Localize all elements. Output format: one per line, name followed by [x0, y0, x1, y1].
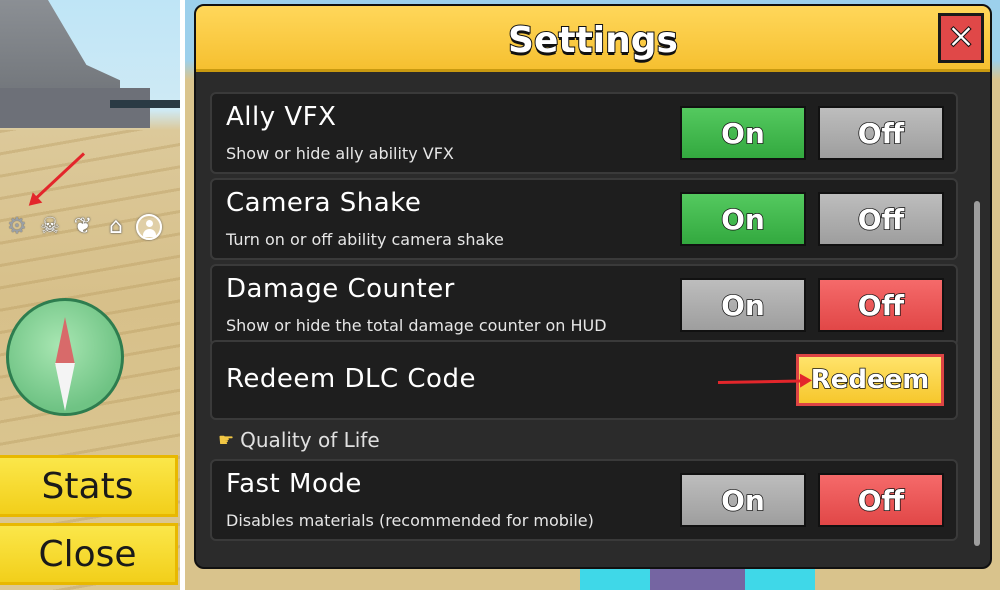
- damage-counter-on-button[interactable]: On: [680, 278, 806, 332]
- setting-label: Redeem DLC Code: [226, 364, 476, 394]
- background-building-base: [0, 88, 150, 128]
- gear-icon[interactable]: ⚙: [4, 214, 30, 240]
- profile-icon[interactable]: [136, 214, 162, 240]
- setting-row-fast-mode: Fast Mode Disables materials (recommende…: [210, 459, 958, 541]
- background-dock: [110, 100, 180, 108]
- fast-mode-off-button[interactable]: Off: [818, 473, 944, 527]
- setting-description: Turn on or off ability camera shake: [226, 230, 504, 249]
- setting-description: Show or hide ally ability VFX: [226, 144, 454, 163]
- section-title: Quality of Life: [240, 428, 380, 452]
- settings-scrollbar[interactable]: [974, 201, 980, 546]
- setting-label: Camera Shake: [226, 188, 422, 218]
- ally-vfx-off-button[interactable]: Off: [818, 106, 944, 160]
- stats-button[interactable]: Stats: [0, 455, 178, 517]
- close-button[interactable]: Close: [0, 523, 178, 585]
- hand-icon: ☛: [218, 429, 235, 451]
- setting-row-camera-shake: Camera Shake Turn on or off ability came…: [210, 178, 958, 260]
- angel-wings-icon[interactable]: ❦: [70, 214, 96, 240]
- skull-crossbones-icon[interactable]: ☠: [37, 214, 63, 240]
- hud-icon-bar: ⚙ ☠ ❦ ⌂: [4, 214, 162, 240]
- damage-counter-off-button[interactable]: Off: [818, 278, 944, 332]
- ally-vfx-on-button[interactable]: On: [680, 106, 806, 160]
- setting-description: Show or hide the total damage counter on…: [226, 316, 607, 335]
- setting-label: Damage Counter: [226, 274, 455, 304]
- settings-header: Settings ✕: [196, 6, 990, 72]
- left-game-view: ⚙ ☠ ❦ ⌂ Stats Close: [0, 0, 180, 590]
- setting-row-ally-vfx: Ally VFX Show or hide ally ability VFX O…: [210, 92, 958, 174]
- camera-shake-on-button[interactable]: On: [680, 192, 806, 246]
- compass-south-needle: [55, 363, 75, 411]
- redeem-button[interactable]: Redeem: [796, 354, 944, 406]
- home-icon[interactable]: ⌂: [103, 214, 129, 240]
- compass: [6, 298, 124, 416]
- setting-description: Disables materials (recommended for mobi…: [226, 511, 594, 530]
- close-settings-button[interactable]: ✕: [938, 13, 984, 63]
- settings-window: Settings ✕ Ally VFX Show or hide ally ab…: [194, 4, 992, 569]
- camera-shake-off-button[interactable]: Off: [818, 192, 944, 246]
- compass-north-needle: [55, 317, 75, 365]
- setting-label: Fast Mode: [226, 469, 362, 499]
- setting-row-redeem-dlc: Redeem DLC Code Redeem: [210, 340, 958, 420]
- setting-label: Ally VFX: [226, 102, 337, 132]
- settings-title: Settings: [507, 19, 679, 62]
- fast-mode-on-button[interactable]: On: [680, 473, 806, 527]
- setting-row-damage-counter: Damage Counter Show or hide the total da…: [210, 264, 958, 346]
- section-header-quality-of-life: ☛ Quality of Life: [218, 428, 380, 452]
